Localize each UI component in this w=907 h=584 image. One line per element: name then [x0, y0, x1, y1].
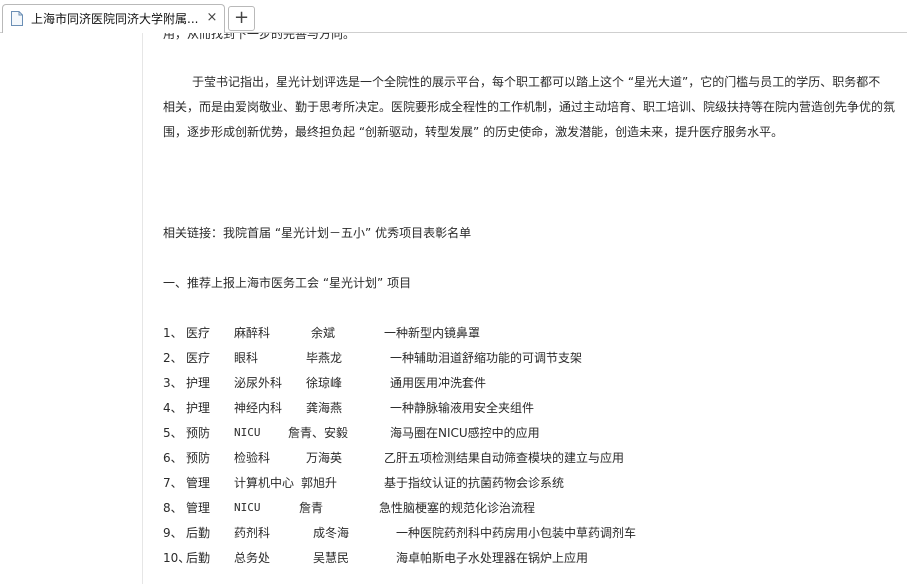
item-number: 5、 [163, 426, 183, 440]
browser-tab[interactable]: 上海市同济医院同济大学附属... × [2, 4, 225, 33]
item-project: 一种静脉输液用安全夹组件 [390, 401, 535, 415]
paragraph-line-1: 于莹书记指出，星光计划评选是一个全院性的展示平台，每个职工都可以踏上这个 “星光… [192, 75, 881, 89]
item-department: 计算机中心 [234, 476, 295, 490]
item-project: 通用医用冲洗套件 [390, 376, 487, 390]
item-category: 管理 [186, 501, 211, 515]
paragraph-line-2: 相关，而是由爱岗敬业、勤于思考所决定。医院要形成全程性的工作机制，通过主动培育、… [163, 100, 896, 114]
paragraph-line-3: 围，逐步形成创新优势，最终担负起 “创新驱动，转型发展” 的历史使命，激发潜能，… [163, 125, 784, 139]
item-department: 总务处 [234, 551, 271, 565]
item-category: 医疗 [186, 326, 211, 340]
item-number: 7、 [163, 476, 183, 490]
item-department: 麻醉科 [234, 326, 271, 340]
item-category: 后勤 [186, 526, 211, 540]
item-person: 成冬海 [313, 526, 350, 540]
item-category: 护理 [186, 401, 211, 415]
item-category: 护理 [186, 376, 211, 390]
item-person: 余斌 [311, 326, 336, 340]
related-link-text: 相关链接：我院首届 “星光计划－五小” 优秀项目表彰名单 [163, 226, 472, 240]
item-person: 吴慧民 [313, 551, 350, 565]
item-department: 检验科 [234, 451, 271, 465]
item-person: 詹青 [299, 501, 324, 515]
item-number: 4、 [163, 401, 183, 415]
tab-bar: 上海市同济医院同济大学附属... × + [0, 0, 907, 33]
section-heading: 一、推荐上报上海市医务工会 “星光计划” 项目 [163, 276, 412, 290]
item-person: 万海英 [306, 451, 343, 465]
item-number: 1、 [163, 326, 183, 340]
item-project: 一种新型内镜鼻罩 [384, 326, 481, 340]
item-number: 9、 [163, 526, 183, 540]
item-number: 3、 [163, 376, 183, 390]
partial-text-line: 用，从而找到下一步的完善与方向。 [163, 33, 356, 41]
item-category: 管理 [186, 476, 211, 490]
item-person: 郭旭升 [301, 476, 338, 490]
close-tab-icon[interactable]: × [205, 11, 219, 25]
article-body: 用，从而找到下一步的完善与方向。 于莹书记指出，星光计划评选是一个全院性的展示平… [0, 33, 907, 584]
item-department: 眼科 [234, 351, 259, 365]
item-project: 基于指纹认证的抗菌药物会诊系统 [384, 476, 565, 490]
item-person: 龚海燕 [306, 401, 343, 415]
item-person: 毕燕龙 [306, 351, 343, 365]
page-content: 用，从而找到下一步的完善与方向。 于莹书记指出，星光计划评选是一个全院性的展示平… [0, 33, 907, 584]
item-number: 2、 [163, 351, 183, 365]
item-number: 8、 [163, 501, 183, 515]
item-category: 预防 [186, 426, 211, 440]
item-category: 后勤 [186, 551, 211, 565]
item-department: 泌尿外科 [234, 376, 283, 390]
item-project: 海马圈在NICU感控中的应用 [390, 426, 540, 440]
item-project: 一种辅助泪道舒缩功能的可调节支架 [390, 351, 583, 365]
document-icon [11, 11, 23, 26]
item-person: 詹青、安毅 [288, 426, 349, 440]
tab-title: 上海市同济医院同济大学附属... [31, 12, 199, 26]
item-department: NICU [234, 501, 261, 514]
item-category: 医疗 [186, 351, 211, 365]
item-department: 神经内科 [234, 401, 283, 415]
item-department: 药剂科 [234, 526, 271, 540]
item-person: 徐琼峰 [306, 376, 343, 390]
item-number: 6、 [163, 451, 183, 465]
item-project: 急性脑梗塞的规范化诊治流程 [379, 501, 536, 515]
item-project: 一种医院药剂科中药房用小包装中草药调剂车 [396, 526, 637, 540]
item-category: 预防 [186, 451, 211, 465]
item-project: 海卓帕斯电子水处理器在锅炉上应用 [396, 551, 589, 565]
item-department: NICU [234, 426, 261, 439]
new-tab-button[interactable]: + [228, 6, 255, 31]
item-project: 乙肝五项检测结果自动筛查模块的建立与应用 [384, 451, 625, 465]
